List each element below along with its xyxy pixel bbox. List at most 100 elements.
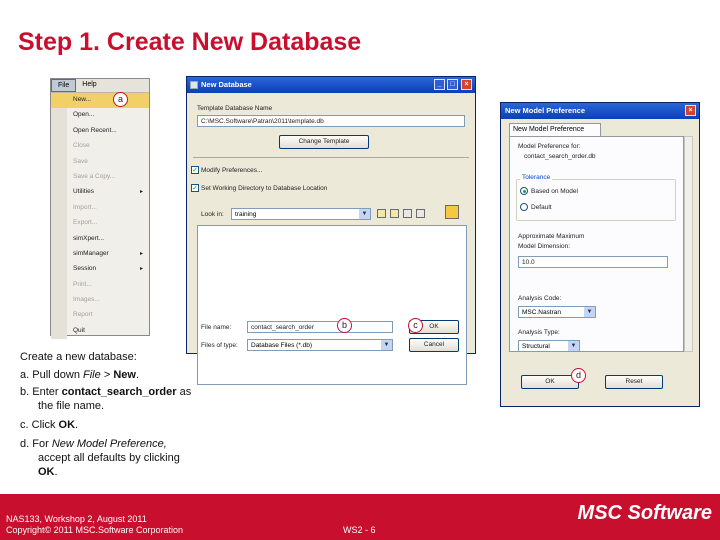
file-name-input[interactable]: contact_search_order <box>247 321 393 333</box>
analysis-type-label: Analysis Type: <box>518 329 560 336</box>
marker-c: c <box>408 318 423 333</box>
default-label: Default <box>531 204 552 211</box>
tolerance-group <box>516 179 676 221</box>
new-model-preference-pane: Model Preference for: contact_search_ord… <box>509 136 684 352</box>
up-folder-icon[interactable] <box>377 209 386 218</box>
menu-item-quit[interactable]: Quit <box>51 324 149 339</box>
analysis-type-value: Structural <box>522 343 550 350</box>
footer-course: NAS133, Workshop 2, August 2011 <box>6 514 147 524</box>
model-pref-for-value: contact_search_order.db <box>524 153 596 160</box>
change-template-button[interactable]: Change Template <box>279 135 369 149</box>
menu-item-session[interactable]: Session ▸ <box>51 262 149 277</box>
chevron-down-icon: ▼ <box>359 209 370 219</box>
analysis-type-select[interactable]: Structural ▼ <box>518 340 580 352</box>
menu-item-label: Session <box>73 265 97 273</box>
step-a: a. Pull down File > New. <box>20 368 200 382</box>
approx-label-1: Approximate Maximum <box>518 233 585 240</box>
submenu-arrow-icon: ▸ <box>139 266 143 273</box>
menu-item-report: Report <box>73 311 93 319</box>
footer-copyright: Copyright© 2011 MSC.Software Corporation <box>6 525 184 535</box>
menu-item-open[interactable]: Open... <box>51 108 149 123</box>
step-c: c. Click OK. <box>20 418 200 432</box>
template-path-field[interactable]: C:\MSC.Software\Patran\2011\template.db <box>197 115 465 127</box>
default-radio[interactable] <box>520 203 528 211</box>
step-b-prefix: b. <box>20 386 30 398</box>
step-c-text: Click <box>31 419 56 431</box>
menu-item-simxpert[interactable]: simXpert... <box>51 232 149 247</box>
menu-help[interactable]: Help <box>76 79 102 92</box>
chevron-down-icon: ▼ <box>584 307 595 317</box>
close-icon[interactable]: × <box>461 79 472 90</box>
step-a-item: New <box>113 369 136 381</box>
look-in-value: training <box>235 211 257 218</box>
menu-item-open-recent[interactable]: Open Recent... <box>51 124 149 139</box>
menu-item-images: Images... <box>73 296 100 304</box>
slide-title: Step 1. Create New Database <box>18 28 362 56</box>
step-d-prefix: d. <box>20 438 30 450</box>
menu-item-export: Export... <box>73 219 98 227</box>
analysis-code-label: Analysis Code: <box>518 295 562 302</box>
file-list[interactable] <box>197 225 467 385</box>
menu-item-label: simManager <box>73 249 109 257</box>
modify-preferences-label: Modify Preferences... <box>201 167 263 174</box>
based-on-model-label: Based on Model <box>531 188 578 195</box>
menu-item-import: Import... <box>73 203 97 211</box>
step-b-filename: contact_search_order <box>61 386 177 398</box>
tab-new-model-preference[interactable]: New Model Preference <box>509 123 601 136</box>
step-d-dialog: New Model Preference, <box>51 438 167 450</box>
new-database-dialog: New Database _ □ × Template Database Nam… <box>186 76 476 385</box>
page-number: WS2 - 6 <box>343 525 376 535</box>
msc-logo: MSC Software <box>577 502 712 524</box>
step-a-menu: File <box>83 369 101 381</box>
model-pref-for-label: Model Preference for: <box>518 143 581 150</box>
step-a-end: . <box>135 369 139 381</box>
chevron-down-icon: ▼ <box>381 340 392 350</box>
menubar: File Help <box>51 79 149 93</box>
modify-preferences-checkbox[interactable]: ✓ <box>191 166 199 174</box>
submenu-arrow-icon: ▸ <box>139 189 143 196</box>
step-d: d. For New Model Preference, accept all … <box>20 437 200 479</box>
file-menu: File Help New... Open... Open Recent... … <box>50 78 150 340</box>
analysis-code-value: MSC.Nastran <box>522 309 562 316</box>
cancel-button[interactable]: Cancel <box>409 338 459 352</box>
menu-item-utilities[interactable]: Utilities ▸ <box>51 185 149 200</box>
close-icon[interactable]: × <box>685 105 696 116</box>
step-a-prefix: a. <box>20 369 30 381</box>
step-d-mid: accept all defaults by clicking <box>38 452 180 464</box>
step-a-sep: > <box>103 369 111 381</box>
new-model-preference-dialog: New Model Preference × New Model Prefere… <box>500 102 700 407</box>
look-in-label: Look in: <box>201 211 224 218</box>
step-c-ok: OK <box>58 419 76 431</box>
list-view-icon[interactable] <box>403 209 412 218</box>
marker-d: d <box>571 368 586 383</box>
new-model-preference-title: New Model Preference <box>505 106 586 115</box>
model-dimension-input[interactable]: 10.0 <box>518 256 668 268</box>
new-model-preference-titlebar: New Model Preference × <box>501 103 699 119</box>
new-folder-icon[interactable] <box>390 209 399 218</box>
marker-b: b <box>337 318 352 333</box>
menu-item-new[interactable]: New... <box>51 93 149 109</box>
details-view-icon[interactable] <box>416 209 425 218</box>
file-type-select[interactable]: Database Files (*.db) ▼ <box>247 339 393 351</box>
scrollbar[interactable] <box>684 136 693 352</box>
based-on-model-radio[interactable] <box>520 187 528 195</box>
look-in-select[interactable]: training ▼ <box>231 208 371 220</box>
chevron-down-icon: ▼ <box>568 341 579 351</box>
menu-item-save: Save <box>73 157 88 165</box>
menu-item-simmanager[interactable]: simManager ▸ <box>51 247 149 262</box>
instructions-intro: Create a new database: <box>20 351 137 363</box>
analysis-code-select[interactable]: MSC.Nastran ▼ <box>518 306 596 318</box>
menu-file[interactable]: File <box>51 79 77 92</box>
set-working-dir-checkbox[interactable]: ✓ <box>191 184 199 192</box>
step-d-end: . <box>54 466 58 478</box>
preview-icon[interactable] <box>445 205 459 219</box>
menu-item-label: Utilities <box>73 188 94 196</box>
menu-item-print: Print... <box>73 280 92 288</box>
minimize-icon[interactable]: _ <box>434 79 445 90</box>
maximize-icon[interactable]: □ <box>447 79 458 90</box>
reset-button[interactable]: Reset <box>605 375 663 389</box>
file-menu-list: New... Open... Open Recent... Close Save… <box>51 93 149 340</box>
step-c-prefix: c. <box>20 419 29 431</box>
step-c-end: . <box>75 419 79 431</box>
new-database-title: New Database <box>201 80 252 89</box>
